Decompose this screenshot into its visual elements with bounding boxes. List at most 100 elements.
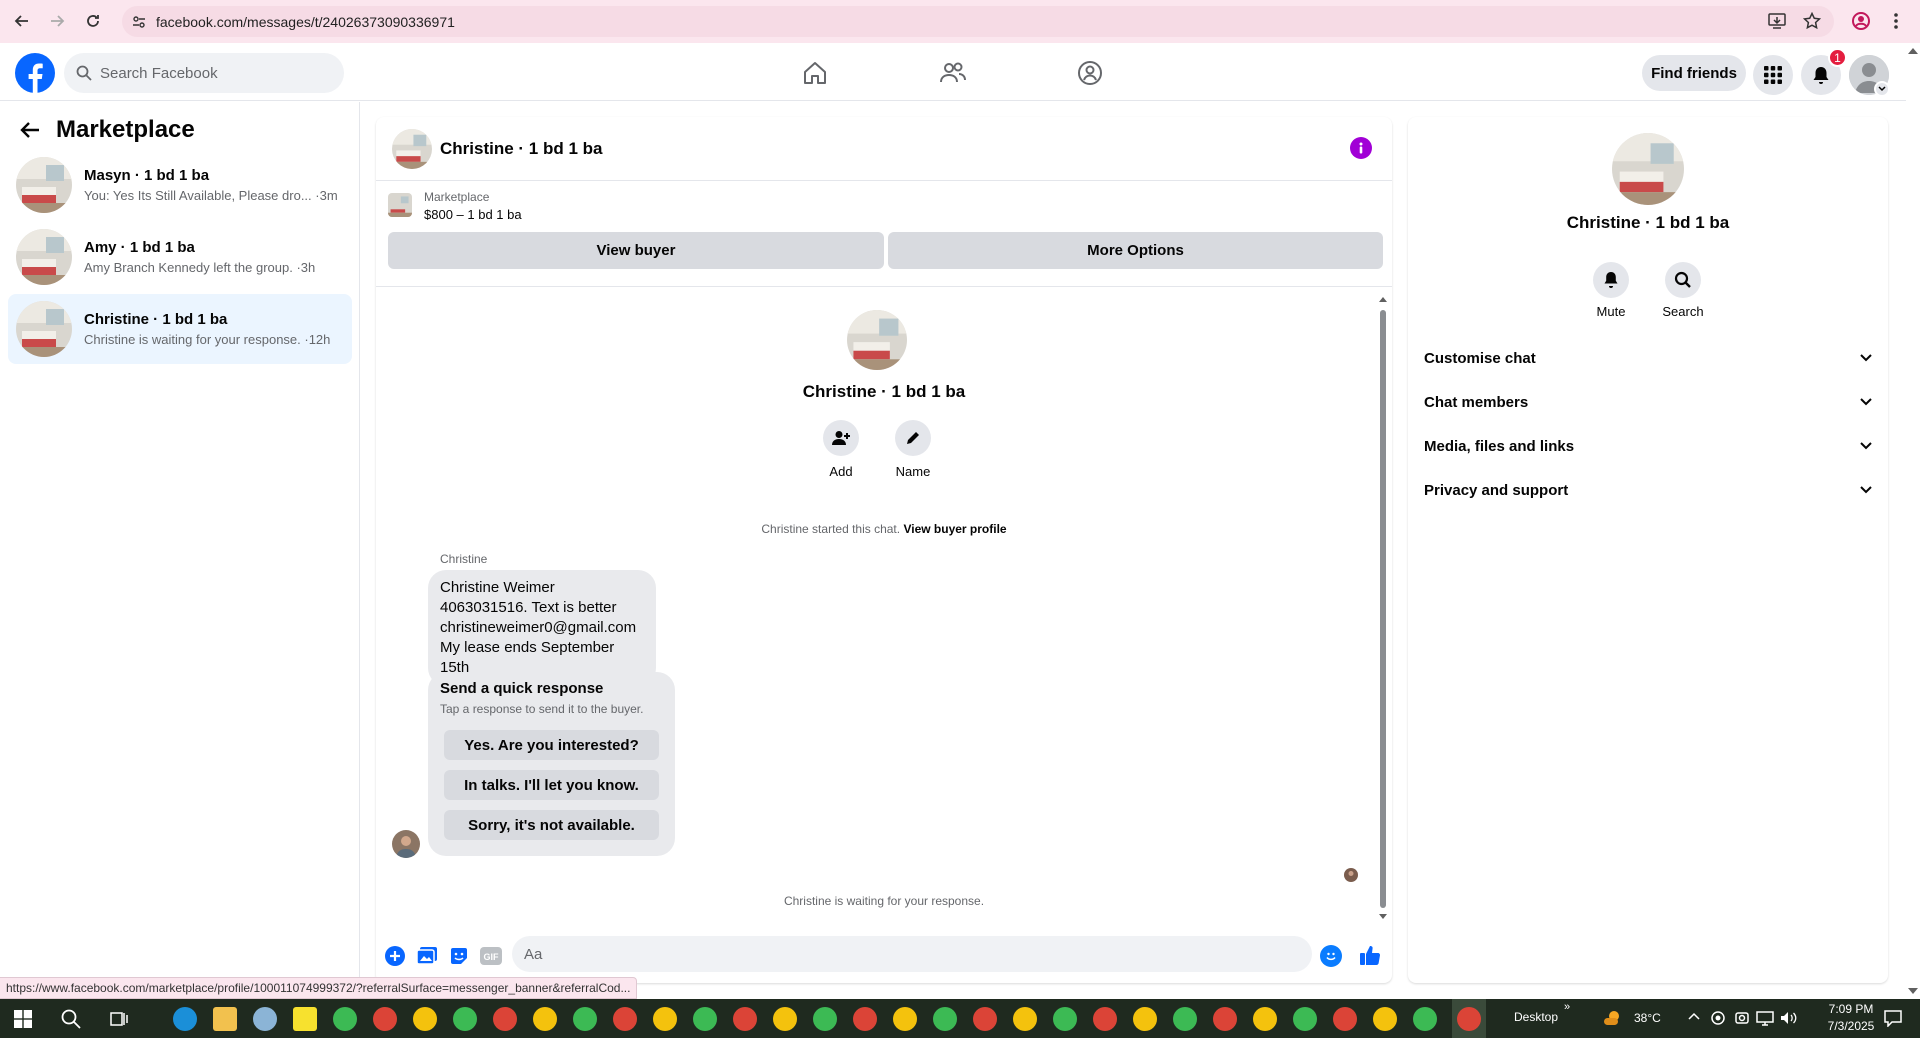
chrome-icon[interactable] <box>493 1007 517 1031</box>
chrome-icon[interactable] <box>733 1007 757 1031</box>
chrome-icon[interactable] <box>453 1007 477 1031</box>
address-bar[interactable]: facebook.com/messages/t/2402637309033697… <box>122 6 1834 37</box>
chrome-icon[interactable] <box>693 1007 717 1031</box>
active-chrome-icon[interactable] <box>1457 1007 1481 1031</box>
details-avatar[interactable] <box>1612 133 1684 205</box>
more-options-button[interactable]: More Options <box>888 232 1383 269</box>
browser-menu-icon[interactable] <box>1885 10 1907 32</box>
chrome-icon[interactable] <box>1413 1007 1437 1031</box>
add-member-button[interactable]: Add <box>801 420 881 479</box>
weather-temp[interactable]: 38°C <box>1634 1011 1661 1025</box>
chrome-icon[interactable] <box>1333 1007 1357 1031</box>
install-app-icon[interactable] <box>1766 10 1788 32</box>
conversation-item-christine[interactable]: Christine · 1 bd 1 ba Christine is waiti… <box>8 294 352 364</box>
chrome-icon[interactable] <box>973 1007 997 1031</box>
facebook-logo-icon[interactable] <box>15 53 55 93</box>
conversation-item-masyn[interactable]: Masyn · 1 bd 1 ba You: Yes Its Still Ava… <box>8 150 352 220</box>
mute-button[interactable]: Mute <box>1576 262 1646 319</box>
chrome-icon[interactable] <box>893 1007 917 1031</box>
weather-icon[interactable] <box>1602 1009 1622 1027</box>
network-icon[interactable] <box>1756 1010 1774 1026</box>
account-chevron-icon[interactable] <box>1874 81 1890 97</box>
quick-response-yes-button[interactable]: Yes. Are you interested? <box>444 730 659 760</box>
chrome-icon[interactable] <box>933 1007 957 1031</box>
chrome-icon[interactable] <box>533 1007 557 1031</box>
volume-icon[interactable] <box>1780 1010 1798 1026</box>
home-icon[interactable] <box>799 57 831 89</box>
menu-grid-icon[interactable] <box>1753 55 1793 95</box>
chrome-icon[interactable] <box>1013 1007 1037 1031</box>
gif-icon[interactable]: GIF <box>480 945 502 967</box>
emoji-icon[interactable] <box>1320 945 1342 967</box>
view-buyer-button[interactable]: View buyer <box>388 232 884 269</box>
chrome-icon[interactable] <box>1373 1007 1397 1031</box>
friends-icon[interactable] <box>937 57 969 89</box>
chrome-icon[interactable] <box>613 1007 637 1031</box>
quick-response-unavailable-button[interactable]: Sorry, it's not available. <box>444 810 659 840</box>
chat-title[interactable]: Christine · 1 bd 1 ba <box>440 139 602 159</box>
chrome-icon[interactable] <box>653 1007 677 1031</box>
notification-center-icon[interactable] <box>1884 1010 1902 1027</box>
site-info-icon[interactable] <box>122 15 156 29</box>
chrome-icon[interactable] <box>1213 1007 1237 1031</box>
camera-icon[interactable] <box>1734 1010 1750 1026</box>
search-in-chat-button[interactable]: Search <box>1648 262 1718 319</box>
message-bubble[interactable]: Christine Weimer 4063031516. Text is bet… <box>428 570 656 686</box>
quick-response-talks-button[interactable]: In talks. I'll let you know. <box>444 770 659 800</box>
message-input[interactable]: Aa <box>512 936 1312 972</box>
privacy-support-row[interactable]: Privacy and support <box>1424 470 1872 510</box>
chrome-icon[interactable] <box>1173 1007 1197 1031</box>
edit-name-button[interactable]: Name <box>873 420 953 479</box>
edge-browser-icon[interactable] <box>173 1007 197 1031</box>
chrome-profile-icon[interactable] <box>333 1007 357 1031</box>
sticker-icon[interactable] <box>448 945 470 967</box>
location-icon[interactable] <box>1710 1010 1726 1026</box>
plus-circle-icon[interactable] <box>384 945 406 967</box>
chrome-icon[interactable] <box>573 1007 597 1031</box>
back-icon[interactable] <box>11 10 33 32</box>
task-view-icon[interactable] <box>110 1010 128 1028</box>
chrome-icon[interactable] <box>1293 1007 1317 1031</box>
info-icon[interactable] <box>1350 137 1372 159</box>
desktop-toolbar-label[interactable]: Desktop <box>1514 1010 1558 1024</box>
listing-title[interactable]: $800 – 1 bd 1 ba <box>424 207 522 222</box>
app-icon[interactable] <box>253 1007 277 1031</box>
listing-thumbnail[interactable] <box>388 193 412 217</box>
file-explorer-icon[interactable] <box>213 1007 237 1031</box>
page-scrollbar[interactable] <box>1906 43 1920 999</box>
photo-icon[interactable] <box>416 945 438 967</box>
groups-icon[interactable] <box>1074 57 1106 89</box>
customise-chat-row[interactable]: Customise chat <box>1424 338 1872 378</box>
chrome-icon[interactable] <box>1253 1007 1277 1031</box>
clock-date[interactable]: 7/3/2025 <box>1824 1019 1878 1033</box>
chrome-icon[interactable] <box>813 1007 837 1031</box>
chrome-icon[interactable] <box>413 1007 437 1031</box>
chrome-icon[interactable] <box>853 1007 877 1031</box>
taskbar-search-icon[interactable] <box>61 1009 81 1029</box>
chrome-icon[interactable] <box>773 1007 797 1031</box>
chrome-icon[interactable] <box>1053 1007 1077 1031</box>
tray-chevron-icon[interactable] <box>1688 1012 1700 1020</box>
thumbs-up-icon[interactable] <box>1358 943 1382 967</box>
media-files-links-row[interactable]: Media, files and links <box>1424 426 1872 466</box>
browser-profile-icon[interactable] <box>1850 10 1872 32</box>
chat-profile-avatar[interactable] <box>847 310 907 370</box>
chat-members-row[interactable]: Chat members <box>1424 382 1872 422</box>
clock-time[interactable]: 7:09 PM <box>1824 1002 1878 1016</box>
chrome-icon[interactable] <box>1133 1007 1157 1031</box>
back-arrow-icon[interactable] <box>20 121 40 139</box>
windows-start-icon[interactable] <box>14 1010 32 1028</box>
view-buyer-profile-link[interactable]: View buyer profile <box>903 522 1006 536</box>
bookmark-star-icon[interactable] <box>1801 10 1823 32</box>
chrome-icon[interactable] <box>1093 1007 1117 1031</box>
conversation-item-amy[interactable]: Amy · 1 bd 1 ba Amy Branch Kennedy left … <box>8 222 352 292</box>
sender-avatar[interactable] <box>392 830 420 858</box>
sticky-notes-icon[interactable] <box>293 1007 317 1031</box>
chat-avatar[interactable] <box>392 128 432 169</box>
reload-icon[interactable] <box>82 10 104 32</box>
find-friends-button[interactable]: Find friends <box>1642 55 1746 91</box>
search-input[interactable]: Search Facebook <box>64 53 344 93</box>
toolbar-expand-icon[interactable]: » <box>1564 1001 1570 1013</box>
chrome-icon[interactable] <box>373 1007 397 1031</box>
forward-icon[interactable] <box>46 10 68 32</box>
